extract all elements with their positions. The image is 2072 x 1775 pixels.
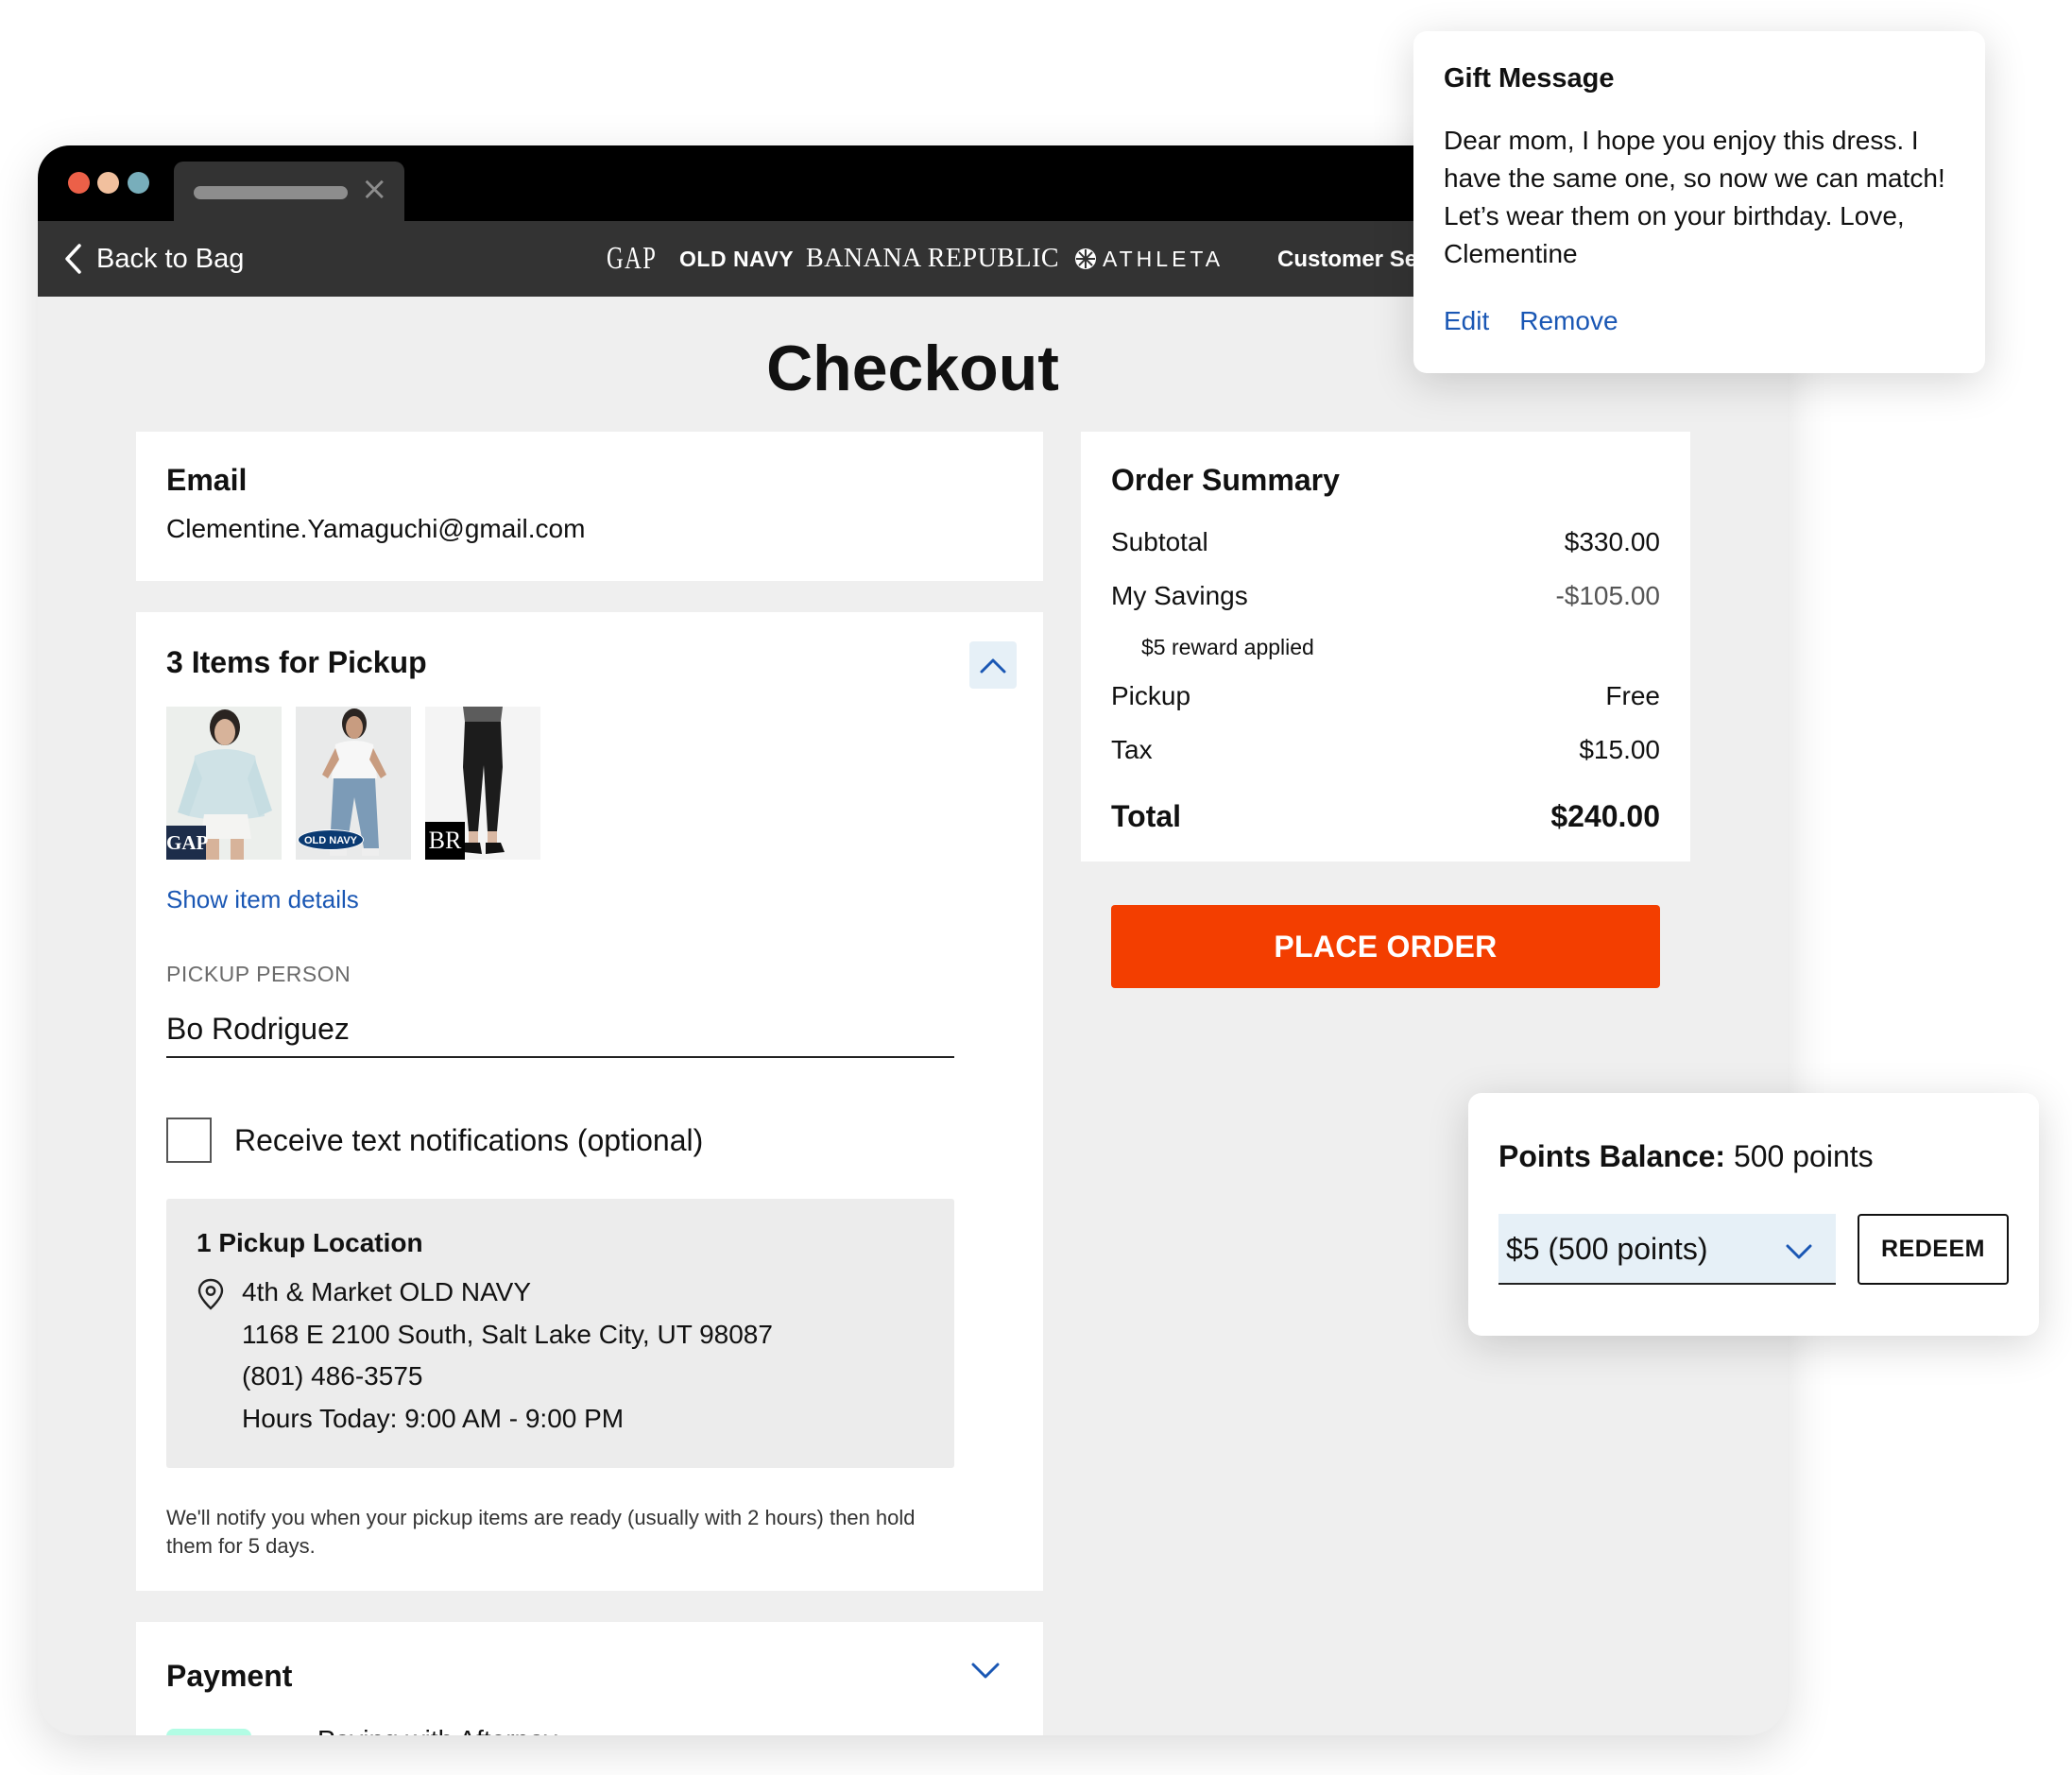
payment-method-label: Paying with Afterpay	[317, 1722, 557, 1735]
email-value: Clementine.Yamaguchi@gmail.com	[166, 514, 586, 543]
item-brand-badge: OLD NAVY	[298, 829, 364, 850]
location-pin-icon	[197, 1278, 224, 1310]
gift-message-actions: Edit Remove	[1444, 303, 1618, 339]
pickup-fee-label: Pickup	[1111, 681, 1191, 710]
points-balance-card: Points Balance: 500 points $5 (500 point…	[1468, 1093, 2039, 1336]
chevron-left-icon	[65, 244, 81, 274]
pickup-store-phone: (801) 486-3575	[242, 1361, 423, 1391]
pickup-store-hours: Hours Today: 9:00 AM - 9:00 PM	[242, 1404, 625, 1433]
subtotal-label: Subtotal	[1111, 527, 1208, 556]
chevron-up-icon	[980, 658, 1006, 674]
brand-athleta-logo[interactable]: ATHLETA	[1074, 242, 1224, 276]
item-brand-badge: GAP	[166, 826, 208, 860]
order-summary-card: Order Summary Subtotal $330.00 My Saving…	[1081, 432, 1690, 862]
pickup-person-label: PICKUP PERSON	[166, 962, 351, 986]
email-heading: Email	[166, 463, 248, 497]
total-label: Total	[1111, 799, 1182, 833]
points-balance-label: Points Balance:	[1498, 1139, 1726, 1173]
back-to-bag-label: Back to Bag	[96, 244, 245, 274]
total-value: $240.00	[1550, 799, 1660, 833]
tab-title-placeholder	[194, 186, 348, 199]
chevron-down-icon[interactable]	[969, 1660, 1002, 1681]
tax-label: Tax	[1111, 735, 1153, 764]
athleta-mark-icon	[1075, 248, 1096, 269]
pickup-heading: 3 Items for Pickup	[166, 645, 427, 679]
window-close-dot[interactable]	[68, 172, 90, 194]
points-balance: Points Balance: 500 points	[1498, 1136, 1874, 1176]
pickup-location-title: 1 Pickup Location	[197, 1228, 423, 1257]
collapse-pickup-button[interactable]	[969, 641, 1017, 689]
gift-remove-link[interactable]: Remove	[1519, 303, 1618, 339]
payment-card: Payment afterpay Paying with Afterpay	[136, 1622, 1043, 1735]
points-redeem-select[interactable]: $5 (500 points)	[1498, 1214, 1836, 1285]
browser-window: × Back to Bag GAP OLD NAVY BANANA REPUBL…	[38, 145, 1788, 1735]
pickup-person-input[interactable]: Bo Rodriguez	[166, 1007, 954, 1058]
item-thumbnail[interactable]: BR	[425, 707, 540, 860]
place-order-button[interactable]: PLACE ORDER	[1111, 905, 1660, 988]
savings-value: -$105.00	[1555, 581, 1660, 610]
pickup-store-name: 4th & Market OLD NAVY	[242, 1277, 532, 1306]
close-icon[interactable]: ×	[361, 173, 388, 205]
brand-athleta-label: ATHLETA	[1103, 247, 1224, 271]
text-notifications-checkbox[interactable]	[166, 1118, 212, 1163]
item-thumbnail[interactable]: GAP	[166, 707, 282, 860]
pickup-notice: We'll notify you when your pickup items …	[166, 1506, 916, 1558]
gift-message-text: Dear mom, I hope you enjoy this dress. I…	[1444, 126, 1945, 268]
pickup-fee-value: Free	[1605, 681, 1660, 710]
subtotal-value: $330.00	[1564, 527, 1660, 556]
gift-message-heading: Gift Message	[1444, 63, 1615, 94]
email-card: Email Clementine.Yamaguchi@gmail.com	[136, 432, 1043, 581]
afterpay-logo: afterpay	[166, 1729, 251, 1735]
order-summary-heading: Order Summary	[1111, 463, 1340, 497]
redeem-button[interactable]: REDEEM	[1858, 1214, 2009, 1285]
browser-tab[interactable]: ×	[174, 162, 404, 221]
window-minimize-dot[interactable]	[97, 172, 119, 194]
points-selected-option: $5 (500 points)	[1506, 1232, 1708, 1266]
customer-service-link[interactable]: Customer Ser	[1277, 244, 1426, 276]
back-to-bag-link[interactable]: Back to Bag	[62, 240, 244, 278]
savings-label: My Savings	[1111, 581, 1248, 610]
pickup-location-box: 1 Pickup Location 4th & Market OLD NAVY …	[166, 1199, 954, 1468]
gift-edit-link[interactable]: Edit	[1444, 303, 1489, 339]
gift-message-card: Gift Message Dear mom, I hope you enjoy …	[1413, 31, 1985, 373]
reward-applied-note: $5 reward applied	[1141, 635, 1314, 659]
brand-gap-logo[interactable]: GAP	[607, 242, 657, 276]
item-brand-badge: BR	[425, 822, 465, 860]
tax-value: $15.00	[1579, 735, 1660, 764]
brand-banana-republic-logo[interactable]: BANANA REPUBLIC	[806, 242, 1059, 276]
show-item-details-link[interactable]: Show item details	[166, 882, 359, 916]
pickup-store-address: 1168 E 2100 South, Salt Lake City, UT 98…	[242, 1320, 773, 1349]
brand-old-navy-logo[interactable]: OLD NAVY	[679, 242, 794, 276]
text-notifications-label[interactable]: Receive text notifications (optional)	[234, 1120, 703, 1160]
chevron-down-icon	[1786, 1244, 1812, 1259]
item-thumbnail[interactable]: OLD NAVY	[296, 707, 411, 860]
window-maximize-dot[interactable]	[128, 172, 149, 194]
payment-heading: Payment	[166, 1659, 293, 1693]
pickup-items-card: 3 Items for Pickup GAP OLD NAVY BR Show …	[136, 612, 1043, 1591]
points-balance-value: 500 points	[1733, 1139, 1874, 1173]
